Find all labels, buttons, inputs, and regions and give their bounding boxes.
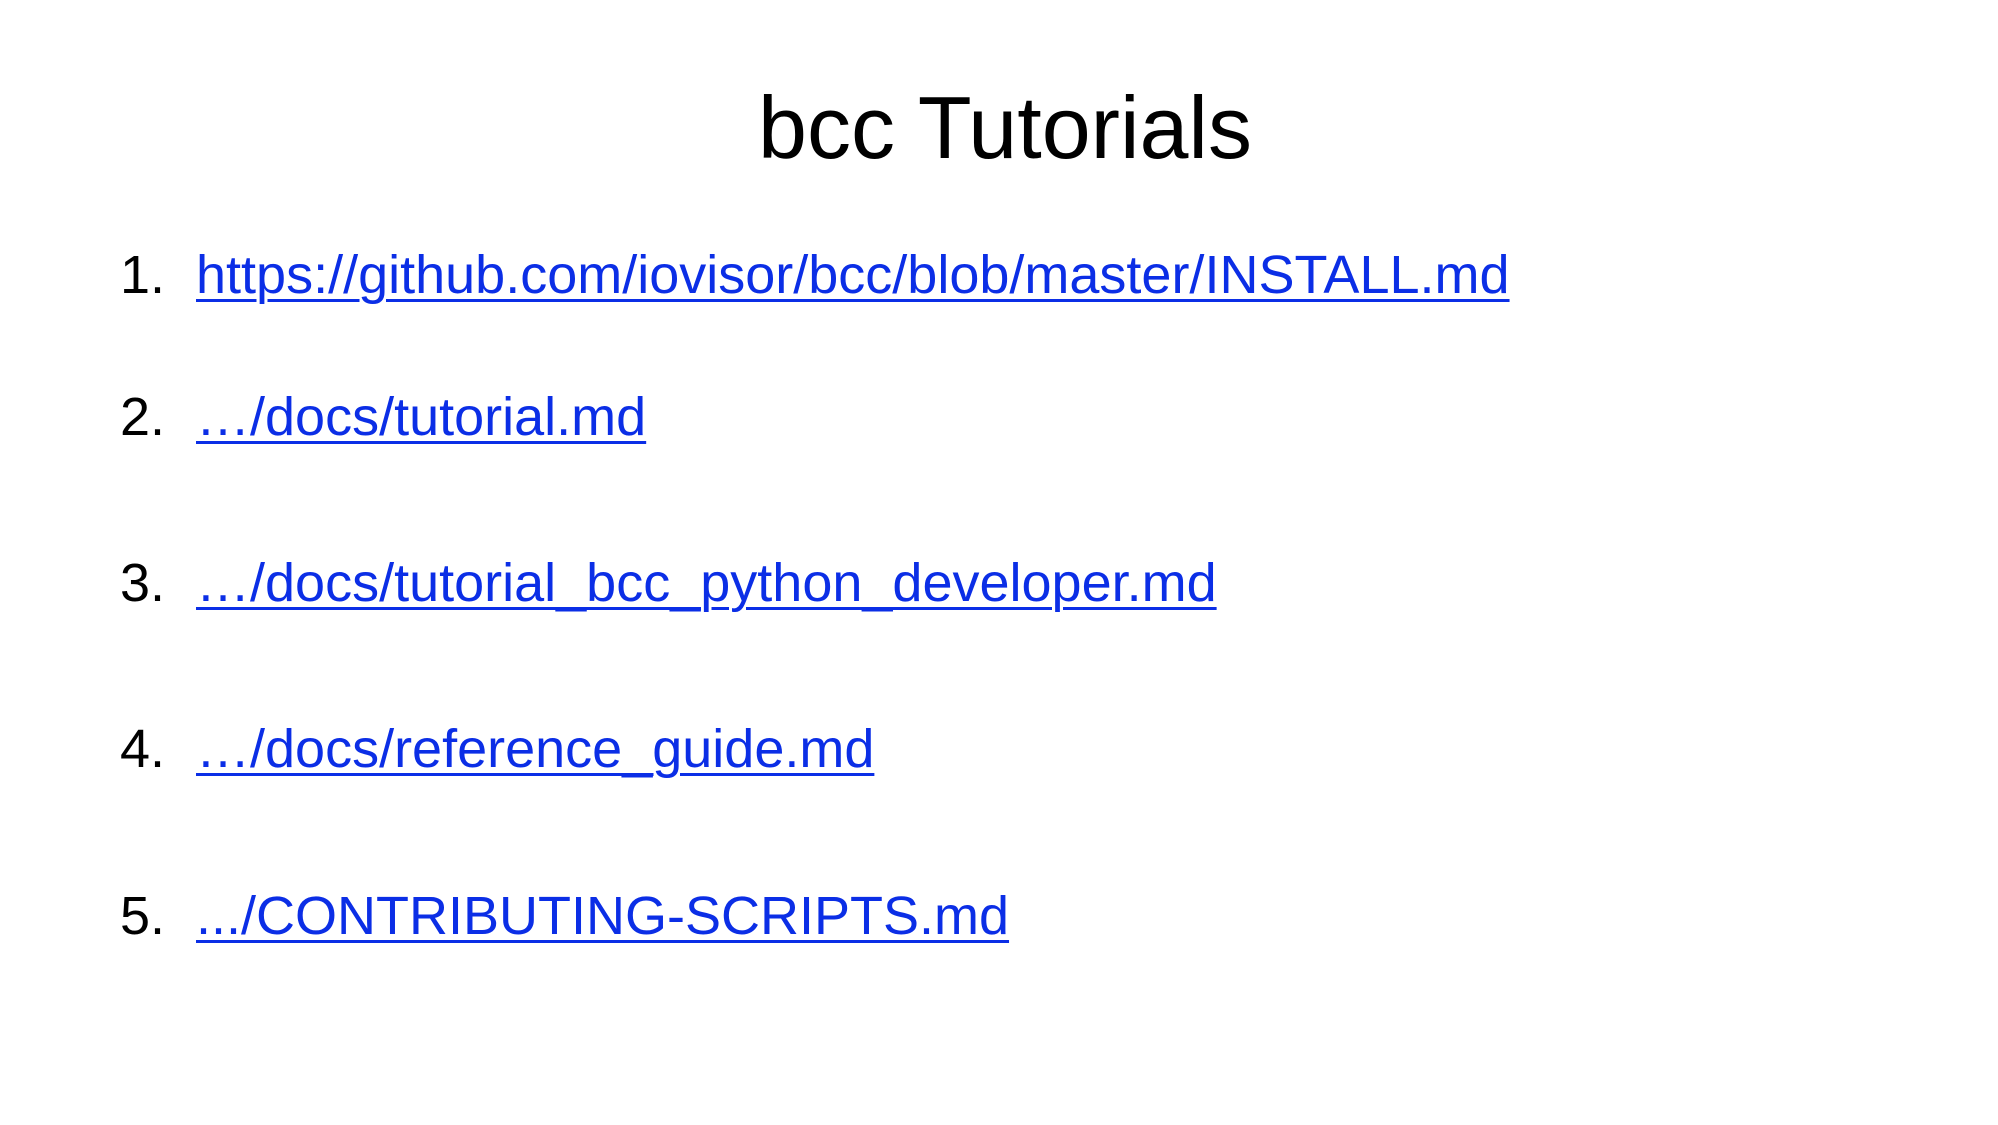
slide: bcc Tutorials 1. https://github.com/iovis…	[0, 0, 1998, 1125]
tutorial-item-contributing-scripts: 5. .../CONTRIBUTING-SCRIPTS.md	[120, 881, 1009, 951]
reference-guide-link[interactable]: …/docs/reference_guide.md	[196, 719, 874, 779]
tutorial-item-reference-guide: 4. …/docs/reference_guide.md	[120, 714, 874, 784]
item-number: 4.	[120, 719, 166, 779]
slide-title: bcc Tutorials	[758, 78, 1252, 177]
tutorial-item-python-developer: 3. …/docs/tutorial_bcc_python_developer.m…	[120, 548, 1217, 618]
tutorial-item-tutorial: 2. …/docs/tutorial.md	[120, 382, 646, 452]
item-number: 1.	[120, 245, 166, 305]
tutorial-item-install: 1. https://github.com/iovisor/bcc/blob/ma…	[120, 240, 1510, 310]
python-developer-tutorial-link[interactable]: …/docs/tutorial_bcc_python_developer.md	[196, 553, 1217, 613]
item-number: 3.	[120, 553, 166, 613]
install-link[interactable]: https://github.com/iovisor/bcc/blob/mast…	[196, 245, 1510, 305]
tutorial-link[interactable]: …/docs/tutorial.md	[196, 387, 646, 447]
contributing-scripts-link[interactable]: .../CONTRIBUTING-SCRIPTS.md	[196, 886, 1009, 946]
item-number: 2.	[120, 387, 166, 447]
item-number: 5.	[120, 886, 166, 946]
